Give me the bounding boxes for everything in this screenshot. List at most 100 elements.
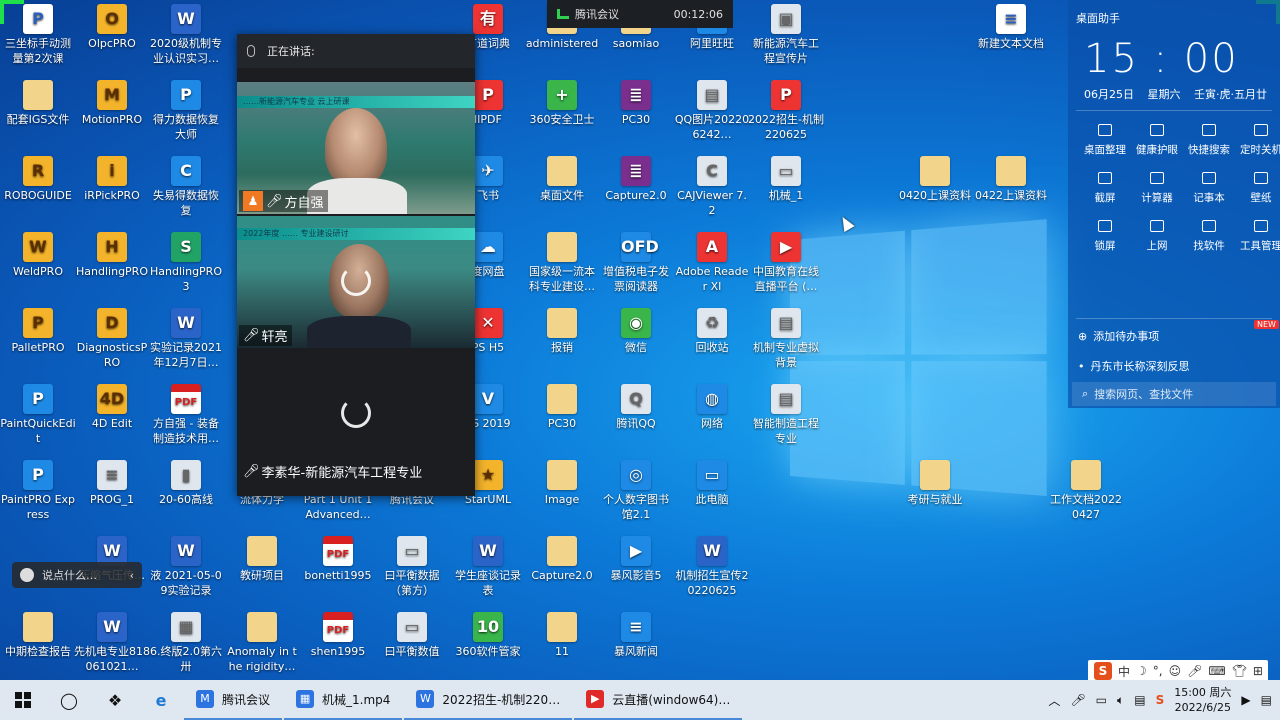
edge-icon[interactable]: e: [138, 680, 184, 720]
desktop-icon[interactable]: 4D 4D Edit: [74, 384, 150, 431]
desktop-icon[interactable]: W 学生座谈记录表: [450, 536, 526, 598]
mic-icon[interactable]: 🎤︎: [1070, 693, 1085, 707]
desktop-icon[interactable]: ▤ QQ图片202206242…: [674, 80, 750, 142]
video-tile-2[interactable]: 2022年度 …… 专业建设研讨 🎤︎ 轩亮: [237, 216, 475, 348]
desktop-icon[interactable]: S HandlingPRO 3: [148, 232, 224, 294]
taskbar-app-button[interactable]: ▶ 云直播(window64)…: [574, 680, 743, 720]
desktop-icon[interactable]: D DiagnosticsPRO: [74, 308, 150, 370]
desktop-icon[interactable]: Q 腾讯QQ: [598, 384, 674, 431]
desktop-icon[interactable]: Image: [524, 460, 600, 507]
assistant-tool-button[interactable]: 快捷搜索: [1182, 124, 1236, 157]
assistant-tool-button[interactable]: 工具管理: [1234, 220, 1280, 253]
add-todo-button[interactable]: ⊕ 添加待办事项: [1078, 328, 1159, 344]
desktop-icon[interactable]: P 三坐标手动测量第2次课: [0, 4, 76, 66]
desktop-icon[interactable]: ≡ 暴风新闻: [598, 612, 674, 659]
desktop-icon[interactable]: W 液 2021-05-09实验记录: [148, 536, 224, 598]
desktop-icon[interactable]: PDF bonetti1995: [300, 536, 376, 583]
assistant-tool-button[interactable]: 计算器: [1130, 172, 1184, 205]
video-tile-1[interactable]: ……新能源汽车专业 云上研课 ♟ 🎤︎ 方自强: [237, 82, 475, 214]
desktop-icon[interactable]: ▶ 暴风影音5: [598, 536, 674, 583]
smile-icon[interactable]: ☺: [1169, 664, 1182, 678]
desktop-icon[interactable]: +360安全卫士: [524, 80, 600, 127]
meeting-status-bar[interactable]: 腾讯会议 00:12:06: [547, 0, 733, 28]
collapse-icon[interactable]: ‹: [130, 569, 134, 582]
sogou-tray-icon[interactable]: S: [1156, 693, 1165, 707]
desktop-icon[interactable]: i iRPickPRO: [74, 156, 150, 203]
assistant-tool-button[interactable]: 定时关机: [1234, 124, 1280, 157]
keyboard-icon[interactable]: ⌨: [1208, 664, 1225, 678]
assistant-tool-button[interactable]: 桌面整理: [1078, 124, 1132, 157]
assistant-tool-button[interactable]: 上网: [1130, 220, 1184, 253]
taskbar-app-button[interactable]: W 2022招生-机制220…: [404, 680, 573, 720]
desktop-icon[interactable]: P PaintQuickEdit: [0, 384, 76, 446]
taskbar-app-button[interactable]: M 腾讯会议: [184, 680, 283, 720]
notification-icon[interactable]: ▤: [1261, 693, 1272, 707]
desktop-icon[interactable]: 教研项目: [224, 536, 300, 583]
desktop-icon[interactable]: ▮ 20-60高线: [148, 460, 224, 507]
desktop-icon[interactable]: OFD 增值税电子发票阅读器: [598, 232, 674, 294]
desktop-icon[interactable]: C CAJViewer 7.2: [674, 156, 750, 218]
video-icon[interactable]: ▶: [1241, 693, 1250, 707]
volume-icon[interactable]: 🔈︎: [1117, 693, 1124, 708]
desktop-icon[interactable]: O OlpcPRO: [74, 4, 150, 51]
ime-toolbar[interactable]: S 中 ☽ °, ☺ 🎤︎ ⌨ 👕︎ ⊞: [1088, 660, 1268, 682]
desktop-icon[interactable]: ▭ 曰平衡数值: [374, 612, 450, 659]
taskview-button[interactable]: ❖: [92, 680, 138, 720]
desktop-icon[interactable]: A Adobe Reader XI: [674, 232, 750, 294]
desktop-icon[interactable]: ♻ 回收站: [674, 308, 750, 355]
desktop-icon[interactable]: W 先机电专业818061021…: [74, 612, 150, 674]
desktop-icon[interactable]: R ROBOGUIDE: [0, 156, 76, 203]
desktop-icon[interactable]: 工作文档20220427: [1048, 460, 1124, 522]
start-button[interactable]: [0, 680, 46, 720]
desktop-icon[interactable]: ▤ 智能制造工程专业: [748, 384, 824, 446]
network-icon[interactable]: ▤: [1134, 693, 1145, 707]
desktop-icon[interactable]: P PaintPRO Express: [0, 460, 76, 522]
desktop-icon[interactable]: Anomaly in the rigidity…: [224, 612, 300, 674]
desktop-icon[interactable]: ≡ PROG_1: [74, 460, 150, 507]
desktop-icon[interactable]: ▭ 曰平衡数据（第方）: [374, 536, 450, 598]
shirt-icon[interactable]: 👕︎: [1232, 664, 1247, 678]
desktop-icon[interactable]: ▣ 新能源汽车工程宣传片: [748, 4, 824, 66]
desktop-icon[interactable]: P PalletPRO: [0, 308, 76, 355]
taskbar-clock[interactable]: 15:00 周六 2022/6/25: [1174, 685, 1231, 715]
desktop-icon[interactable]: 配套IGS文件: [0, 80, 76, 127]
battery-icon[interactable]: ▭: [1096, 693, 1107, 707]
desktop-icon[interactable]: PC30: [524, 384, 600, 431]
desktop-icon[interactable]: PDF shen1995: [300, 612, 376, 659]
desktop-icon[interactable]: ≣ Capture2.0: [598, 156, 674, 203]
desktop-icon[interactable]: W 机制招生宣传20220625: [674, 536, 750, 598]
desktop-assistant-panel[interactable]: 桌面助手 15 : 00 06月25日 星期六 壬寅·虎·五月廿 桌面整理 健康护…: [1068, 0, 1280, 408]
desktop-icon[interactable]: Capture2.0: [524, 536, 600, 583]
desktop-icon[interactable]: 报销: [524, 308, 600, 355]
assistant-tool-button[interactable]: 截屏: [1078, 172, 1132, 205]
chat-input-pill[interactable]: 说点什么… ‹: [12, 562, 142, 588]
desktop-icon[interactable]: ◉ 微信: [598, 308, 674, 355]
desktop-icon[interactable]: W 实验记录2021年12月7日…: [148, 308, 224, 370]
chevron-up-icon[interactable]: ︿: [1048, 692, 1060, 709]
desktop-icon[interactable]: ▭ 此电脑: [674, 460, 750, 507]
desktop-icon[interactable]: 国家级一流本科专业建设…: [524, 232, 600, 294]
moon-icon[interactable]: ☽: [1136, 664, 1147, 678]
cortana-button[interactable]: ◯: [46, 680, 92, 720]
desktop-icon[interactable]: PDF 方自强 - 装备制造技术用…: [148, 384, 224, 446]
desktop-icon[interactable]: ▶ 中国教育在线直播平台 (…: [748, 232, 824, 294]
taskbar-app-button[interactable]: ▦ 机械_1.mp4: [284, 680, 403, 720]
desktop-icon[interactable]: W 2020级机制专业认识实习…: [148, 4, 224, 66]
desktop-icon[interactable]: ▭ 机械_1: [748, 156, 824, 203]
desktop-icon[interactable]: W WeldPRO: [0, 232, 76, 279]
grid-icon[interactable]: ⊞: [1253, 664, 1263, 678]
mic-icon[interactable]: 🎤︎: [1187, 664, 1202, 678]
punct-icon[interactable]: °,: [1153, 664, 1163, 678]
desktop-icon[interactable]: C 失易得数据恢复: [148, 156, 224, 218]
desktop-icon[interactable]: P 2022招生-机制220625: [748, 80, 824, 142]
desktop-icon[interactable]: H HandlingPRO: [74, 232, 150, 279]
ime-mode[interactable]: 中: [1118, 663, 1130, 680]
assistant-tool-button[interactable]: 锁屏: [1078, 220, 1132, 253]
desktop-icon[interactable]: 0422上课资料: [973, 156, 1049, 203]
desktop-icon[interactable]: 中期检查报告: [0, 612, 76, 659]
desktop-icon[interactable]: M MotionPRO: [74, 80, 150, 127]
assistant-tool-button[interactable]: 找软件: [1182, 220, 1236, 253]
desktop-icon[interactable]: ◍ 网络: [674, 384, 750, 431]
desktop-icon[interactable]: ≡ 新建文本文档: [973, 4, 1049, 51]
desktop-icon[interactable]: 11: [524, 612, 600, 659]
